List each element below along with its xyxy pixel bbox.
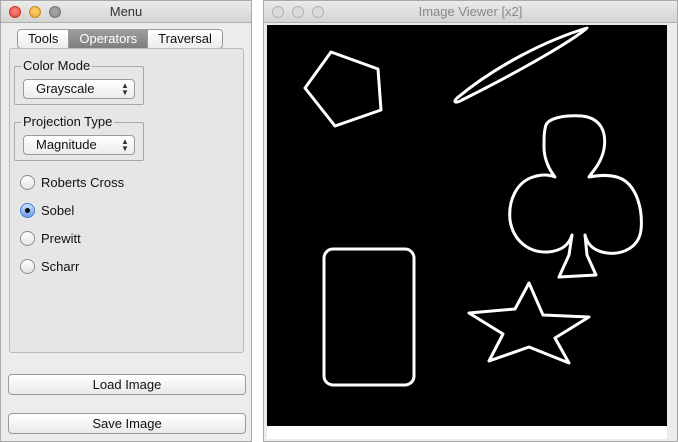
chevron-updown-icon: ▲ ▼ — [121, 137, 129, 153]
ellipse-edge — [453, 26, 589, 104]
radio-scharr[interactable]: Scharr — [20, 256, 79, 276]
window-title: Menu — [109, 4, 143, 19]
radio-button[interactable] — [20, 174, 35, 190]
radio-prewitt[interactable]: Prewitt — [20, 228, 81, 248]
image-canvas[interactable] — [267, 25, 667, 426]
color-mode-label: Color Mode — [21, 58, 93, 73]
radio-button[interactable] — [20, 230, 35, 246]
radio-label: Roberts Cross — [41, 174, 125, 190]
club-edge — [508, 114, 643, 279]
menu-window: Menu Tools Operators Traversal Color Mod… — [0, 0, 252, 442]
radio-roberts-cross[interactable]: Roberts Cross — [20, 172, 124, 192]
star-edge — [467, 281, 591, 365]
image-viewer-window: Image Viewer [x2] — [263, 0, 678, 442]
rectangle-edge — [322, 247, 416, 387]
window-title: Image Viewer [x2] — [418, 4, 523, 19]
viewer-titlebar: Image Viewer [x2] — [264, 1, 677, 23]
tab-traversal[interactable]: Traversal — [148, 29, 223, 49]
radio-label: Sobel — [41, 202, 75, 218]
edge-image — [303, 26, 643, 387]
chevron-updown-icon: ▲ ▼ — [121, 81, 129, 97]
projection-type-group: Projection Type Magnitude ▲ ▼ — [14, 114, 144, 161]
operators-panel: Color Mode Grayscale ▲ ▼ Projection Type … — [9, 48, 244, 353]
color-mode-group: Color Mode Grayscale ▲ ▼ — [14, 58, 144, 105]
radio-label: Scharr — [41, 258, 80, 274]
load-image-button[interactable]: Load Image — [8, 374, 246, 395]
menu-titlebar: Menu — [1, 1, 251, 23]
tab-operators[interactable]: Operators — [69, 29, 149, 49]
radio-button-selected[interactable] — [20, 202, 35, 218]
color-mode-value: Grayscale — [36, 81, 95, 96]
projection-type-value: Magnitude — [36, 137, 97, 152]
tab-tools[interactable]: Tools — [17, 29, 70, 49]
radio-sobel[interactable]: Sobel — [20, 200, 74, 220]
projection-type-select[interactable]: Magnitude ▲ ▼ — [23, 135, 135, 155]
projection-type-label: Projection Type — [21, 114, 115, 129]
color-mode-select[interactable]: Grayscale ▲ ▼ — [23, 79, 135, 99]
radio-label: Prewitt — [41, 230, 81, 246]
radio-button[interactable] — [20, 258, 35, 274]
pentagon-edge — [303, 50, 383, 128]
save-image-button[interactable]: Save Image — [8, 413, 246, 434]
tab-bar: Tools Operators Traversal — [17, 29, 223, 49]
canvas-bottom-strip — [267, 426, 667, 439]
